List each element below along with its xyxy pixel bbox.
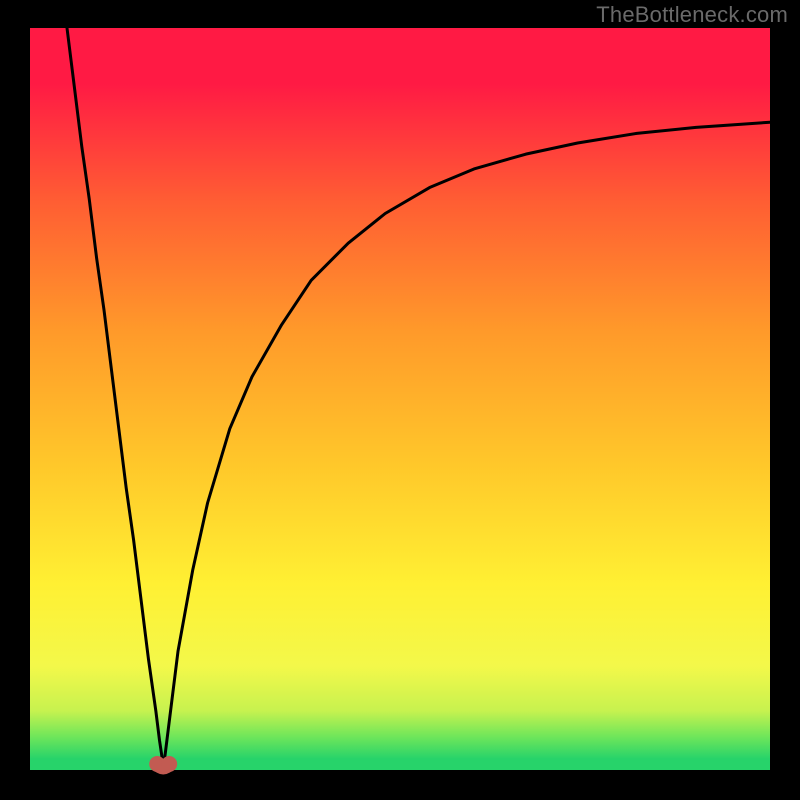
chart-svg: [0, 0, 800, 800]
watermark-text: TheBottleneck.com: [596, 2, 788, 28]
bottleneck-chart: [0, 0, 800, 800]
